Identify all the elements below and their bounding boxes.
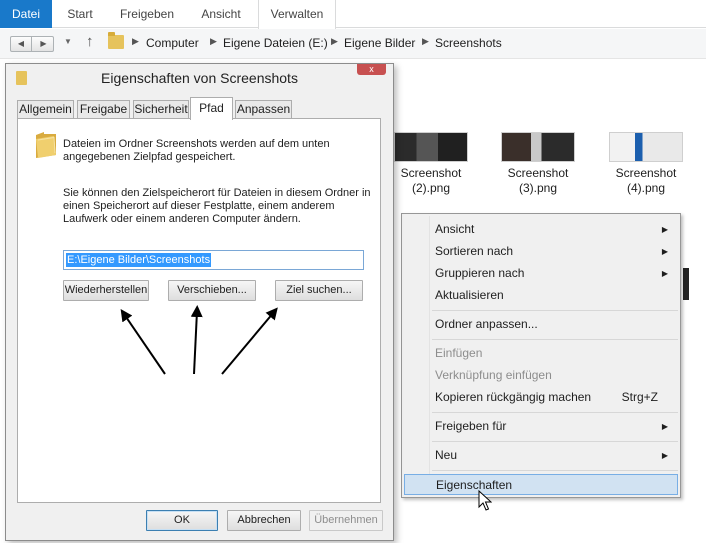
breadcrumb-eigene-bilder[interactable]: Eigene Bilder (344, 36, 415, 50)
ribbon: Datei Start Freigeben Ansicht Verwalten (0, 0, 706, 29)
menu-item-neu[interactable]: Neu ▶ (404, 445, 678, 466)
submenu-arrow-icon: ▶ (661, 451, 668, 460)
menu-separator (432, 339, 678, 340)
back-arrow-icon[interactable]: ◀ (11, 37, 32, 51)
folder-icon (108, 32, 124, 49)
file-name[interactable]: Screenshot (4).png (598, 166, 694, 196)
file-thumbnail-partial[interactable] (683, 268, 689, 300)
path-instructions: Sie können den Zielspeicherort für Datei… (63, 187, 371, 225)
tab-datei[interactable]: Datei (0, 0, 52, 28)
mouse-pointer-icon (478, 490, 492, 511)
menu-separator (432, 310, 678, 311)
apply-button: Übernehmen (309, 510, 383, 531)
file-thumbnail[interactable] (501, 132, 575, 162)
tab-sicherheit[interactable]: Sicherheit (133, 100, 189, 119)
submenu-arrow-icon: ▶ (661, 422, 668, 431)
breadcrumb-separator-icon[interactable]: ▶ (331, 36, 338, 47)
tab-ansicht[interactable]: Ansicht (190, 0, 252, 28)
recent-locations-dropdown-icon[interactable]: ▼ (64, 37, 72, 46)
menu-item-einfuegen: Einfügen (435, 346, 483, 360)
menu-item-kopieren-rueckgaengig[interactable]: Kopieren rückgängig machen Strg+Z (404, 387, 678, 408)
find-target-button[interactable]: Ziel suchen... (275, 280, 363, 301)
file-name[interactable]: Screenshot (2).png (383, 166, 479, 196)
context-menu: Ansicht ▶ Sortieren nach ▶ Gruppieren nach… (401, 213, 681, 498)
folder-icon (36, 132, 56, 158)
file-thumbnail[interactable] (394, 132, 468, 162)
menu-separator (432, 470, 678, 471)
forward-arrow-icon[interactable]: ▶ (33, 37, 54, 51)
dialog-title: Eigenschaften von Screenshots (101, 70, 298, 86)
up-arrow-icon[interactable]: ↑ (86, 33, 94, 50)
menu-separator (432, 412, 678, 413)
breadcrumb-separator-icon[interactable]: ▶ (210, 36, 217, 47)
folder-description: Dateien im Ordner Screenshots werden auf… (63, 138, 330, 163)
submenu-arrow-icon: ▶ (661, 247, 668, 256)
close-icon[interactable]: x (357, 64, 386, 75)
restore-button[interactable]: Wiederherstellen (63, 280, 149, 301)
navigation-bar: ◀ ▶ ▼ ↑ ▶ Computer ▶ Eigene Dateien (E:)… (0, 29, 706, 59)
breadcrumb-separator-icon[interactable]: ▶ (132, 36, 139, 47)
tab-freigabe[interactable]: Freigabe (77, 100, 130, 119)
cancel-button[interactable]: Abbrechen (227, 510, 301, 531)
file-name[interactable]: Screenshot (3).png (490, 166, 586, 196)
move-button[interactable]: Verschieben... (168, 280, 256, 301)
menu-separator (432, 441, 678, 442)
tab-panel-pfad: Dateien im Ordner Screenshots werden auf… (17, 118, 381, 503)
path-input[interactable]: E:\Eigene Bilder\Screenshots (63, 250, 364, 270)
menu-item-ansicht[interactable]: Ansicht ▶ (404, 219, 678, 240)
menu-item-gruppieren-nach[interactable]: Gruppieren nach ▶ (404, 263, 678, 284)
ok-button[interactable]: OK (146, 510, 218, 531)
shortcut-label: Strg+Z (621, 390, 658, 404)
tab-freigeben[interactable]: Freigeben (110, 0, 184, 28)
menu-item-eigenschaften[interactable]: Eigenschaften (404, 474, 678, 495)
breadcrumb-separator-icon[interactable]: ▶ (422, 36, 429, 47)
breadcrumb-eigene-dateien[interactable]: Eigene Dateien (E:) (223, 36, 328, 50)
submenu-arrow-icon: ▶ (661, 269, 668, 278)
breadcrumb-computer[interactable]: Computer (146, 36, 199, 50)
path-input-value: E:\Eigene Bilder\Screenshots (66, 253, 212, 267)
tab-start[interactable]: Start (56, 0, 104, 28)
dialog-titlebar[interactable]: Eigenschaften von Screenshots x (6, 64, 393, 91)
tab-verwalten[interactable]: Verwalten (258, 0, 336, 29)
menu-item-verknuepfung-einfuegen: Verknüpfung einfügen (435, 368, 552, 382)
file-thumbnail[interactable] (609, 132, 683, 162)
back-forward-buttons: ◀ ▶ (10, 36, 54, 52)
tab-anpassen[interactable]: Anpassen (235, 100, 292, 119)
tab-pfad[interactable]: Pfad (190, 97, 233, 120)
menu-item-aktualisieren[interactable]: Aktualisieren (404, 285, 678, 306)
breadcrumb-screenshots[interactable]: Screenshots (435, 36, 502, 50)
submenu-arrow-icon: ▶ (661, 225, 668, 234)
menu-item-sortieren-nach[interactable]: Sortieren nach ▶ (404, 241, 678, 262)
properties-dialog: Eigenschaften von Screenshots x Allgemei… (5, 63, 394, 541)
menu-item-freigeben-fuer[interactable]: Freigeben für ▶ (404, 416, 678, 437)
menu-item-ordner-anpassen[interactable]: Ordner anpassen... (404, 314, 678, 335)
tab-allgemein[interactable]: Allgemein (17, 100, 74, 119)
